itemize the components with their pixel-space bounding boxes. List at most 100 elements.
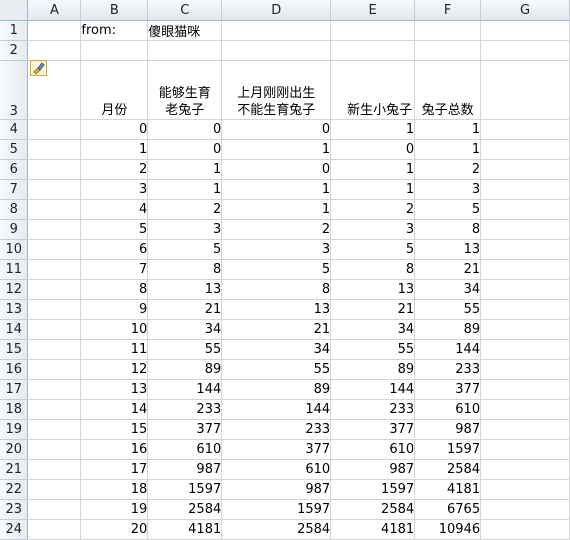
cell-new-rabbits[interactable]: 4181 xyxy=(330,519,416,540)
cell-total-rabbits[interactable]: 4181 xyxy=(414,479,482,500)
cell-month[interactable]: 14 xyxy=(80,399,149,420)
cell-old-rabbits[interactable]: 144 xyxy=(147,379,223,400)
cell-total-rabbits[interactable]: 1 xyxy=(414,119,482,140)
cell-new-rabbits[interactable]: 89 xyxy=(330,359,416,380)
cell-new-rabbits[interactable]: 233 xyxy=(330,399,416,420)
cell[interactable] xyxy=(480,239,570,260)
cell-month[interactable]: 2 xyxy=(80,159,149,180)
row-header[interactable]: 4 xyxy=(0,119,29,140)
cell-month[interactable]: 5 xyxy=(80,219,149,240)
cell[interactable] xyxy=(480,359,570,380)
cell[interactable] xyxy=(80,40,149,61)
cell-month[interactable]: 7 xyxy=(80,259,149,280)
cell-total-rabbits[interactable]: 6765 xyxy=(414,499,482,520)
cell-new-rabbits[interactable]: 144 xyxy=(330,379,416,400)
row-header[interactable]: 9 xyxy=(0,219,29,240)
cell-newborn-last-month[interactable]: 0 xyxy=(221,119,332,140)
cell-old-rabbits[interactable]: 55 xyxy=(147,339,223,360)
cell-a1[interactable] xyxy=(27,20,82,41)
column-header-d[interactable]: D xyxy=(221,0,332,21)
column-header-c[interactable]: C xyxy=(147,0,223,21)
row-header[interactable]: 22 xyxy=(0,479,29,500)
cell-newborn-last-month[interactable]: 21 xyxy=(221,319,332,340)
cell-newborn-last-month[interactable]: 5 xyxy=(221,259,332,280)
cell[interactable] xyxy=(27,179,82,200)
cell[interactable] xyxy=(480,399,570,420)
cell-month[interactable]: 19 xyxy=(80,499,149,520)
cell[interactable] xyxy=(480,119,570,140)
cell-month[interactable]: 17 xyxy=(80,459,149,480)
cell-old-rabbits[interactable]: 4181 xyxy=(147,519,223,540)
header-newborn-last-month[interactable]: 上月刚刚出生 不能生育兔子 xyxy=(221,60,332,120)
row-header[interactable]: 10 xyxy=(0,239,29,260)
cell[interactable] xyxy=(27,40,82,61)
cell[interactable] xyxy=(480,339,570,360)
cell-new-rabbits[interactable]: 13 xyxy=(330,279,416,300)
cell-g1[interactable] xyxy=(480,20,570,41)
cell-newborn-last-month[interactable]: 2 xyxy=(221,219,332,240)
cell-newborn-last-month[interactable]: 13 xyxy=(221,299,332,320)
cell-month[interactable]: 18 xyxy=(80,479,149,500)
row-header[interactable]: 1 xyxy=(0,20,29,41)
cell-total-rabbits[interactable]: 13 xyxy=(414,239,482,260)
cell-new-rabbits[interactable]: 987 xyxy=(330,459,416,480)
cell-old-rabbits[interactable]: 233 xyxy=(147,399,223,420)
cell-new-rabbits[interactable]: 2 xyxy=(330,199,416,220)
select-all-corner[interactable] xyxy=(0,0,29,21)
column-header-a[interactable]: A xyxy=(27,0,82,21)
cell[interactable] xyxy=(27,459,82,480)
cell-newborn-last-month[interactable]: 89 xyxy=(221,379,332,400)
cell-total-rabbits[interactable]: 233 xyxy=(414,359,482,380)
cell-new-rabbits[interactable]: 21 xyxy=(330,299,416,320)
cell-old-rabbits[interactable]: 1 xyxy=(147,159,223,180)
row-header[interactable]: 2 xyxy=(0,40,29,61)
cell-total-rabbits[interactable]: 89 xyxy=(414,319,482,340)
cell[interactable] xyxy=(480,459,570,480)
row-header[interactable]: 18 xyxy=(0,399,29,420)
cell-newborn-last-month[interactable]: 144 xyxy=(221,399,332,420)
row-header[interactable]: 15 xyxy=(0,339,29,360)
cell-newborn-last-month[interactable]: 987 xyxy=(221,479,332,500)
cell-new-rabbits[interactable]: 1 xyxy=(330,179,416,200)
cell[interactable] xyxy=(221,40,332,61)
cell[interactable] xyxy=(27,159,82,180)
row-header[interactable]: 5 xyxy=(0,139,29,160)
cell[interactable] xyxy=(480,279,570,300)
header-month[interactable]: 月份 xyxy=(80,60,149,120)
cell-month[interactable]: 8 xyxy=(80,279,149,300)
cell-old-rabbits[interactable]: 0 xyxy=(147,119,223,140)
cell-month[interactable]: 16 xyxy=(80,439,149,460)
column-header-f[interactable]: F xyxy=(414,0,482,21)
cell-total-rabbits[interactable]: 21 xyxy=(414,259,482,280)
cell[interactable] xyxy=(480,259,570,280)
cell[interactable] xyxy=(480,139,570,160)
cell-newborn-last-month[interactable]: 3 xyxy=(221,239,332,260)
cell[interactable] xyxy=(27,479,82,500)
cell-total-rabbits[interactable]: 2584 xyxy=(414,459,482,480)
cell-newborn-last-month[interactable]: 8 xyxy=(221,279,332,300)
cell[interactable] xyxy=(27,239,82,260)
cell-new-rabbits[interactable]: 8 xyxy=(330,259,416,280)
cell-month[interactable]: 12 xyxy=(80,359,149,380)
cell-total-rabbits[interactable]: 2 xyxy=(414,159,482,180)
cell-newborn-last-month[interactable]: 2584 xyxy=(221,519,332,540)
cell[interactable] xyxy=(27,339,82,360)
cell[interactable] xyxy=(480,199,570,220)
cell-month[interactable]: 0 xyxy=(80,119,149,140)
cell-newborn-last-month[interactable]: 233 xyxy=(221,419,332,440)
cell-total-rabbits[interactable]: 144 xyxy=(414,339,482,360)
column-header-g[interactable]: G xyxy=(480,0,570,21)
row-header[interactable]: 12 xyxy=(0,279,29,300)
cell[interactable] xyxy=(147,40,223,61)
cell[interactable] xyxy=(27,199,82,220)
cell-newborn-last-month[interactable]: 610 xyxy=(221,459,332,480)
cell-total-rabbits[interactable]: 1 xyxy=(414,139,482,160)
cell-new-rabbits[interactable]: 2584 xyxy=(330,499,416,520)
cell-newborn-last-month[interactable]: 34 xyxy=(221,339,332,360)
cell-total-rabbits[interactable]: 5 xyxy=(414,199,482,220)
row-header[interactable]: 8 xyxy=(0,199,29,220)
cell-month[interactable]: 6 xyxy=(80,239,149,260)
cell-newborn-last-month[interactable]: 0 xyxy=(221,159,332,180)
column-header-e[interactable]: E xyxy=(330,0,416,21)
cell[interactable] xyxy=(27,499,82,520)
